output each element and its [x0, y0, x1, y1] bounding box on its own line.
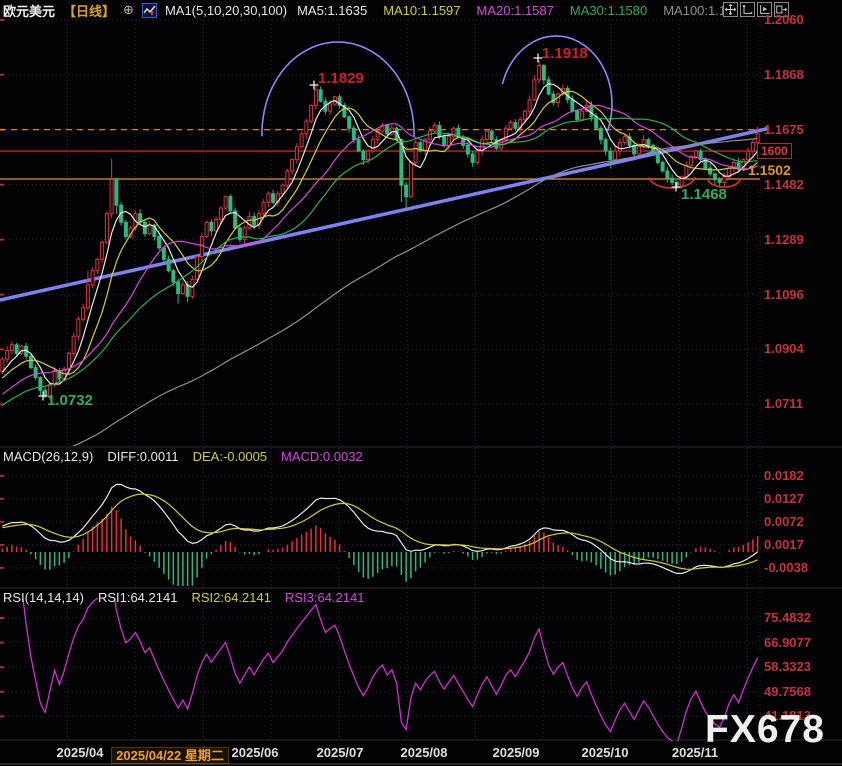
pan-icon[interactable] [723, 2, 738, 17]
macd-histogram [2, 507, 757, 590]
trading-chart-app: 欧元美元 【日线】 ⊕ MA1(5,10,20,30,100) MA5:1.16… [0, 0, 842, 766]
chart-canvas[interactable] [0, 0, 842, 766]
trendline[interactable] [0, 129, 766, 300]
rsi-line [2, 548, 757, 744]
axis-playback-icon[interactable] [757, 2, 772, 17]
exit-chart-icon[interactable] [774, 2, 789, 17]
chart-toolbar [723, 2, 789, 17]
axis-zoom-icon[interactable] [740, 2, 755, 17]
